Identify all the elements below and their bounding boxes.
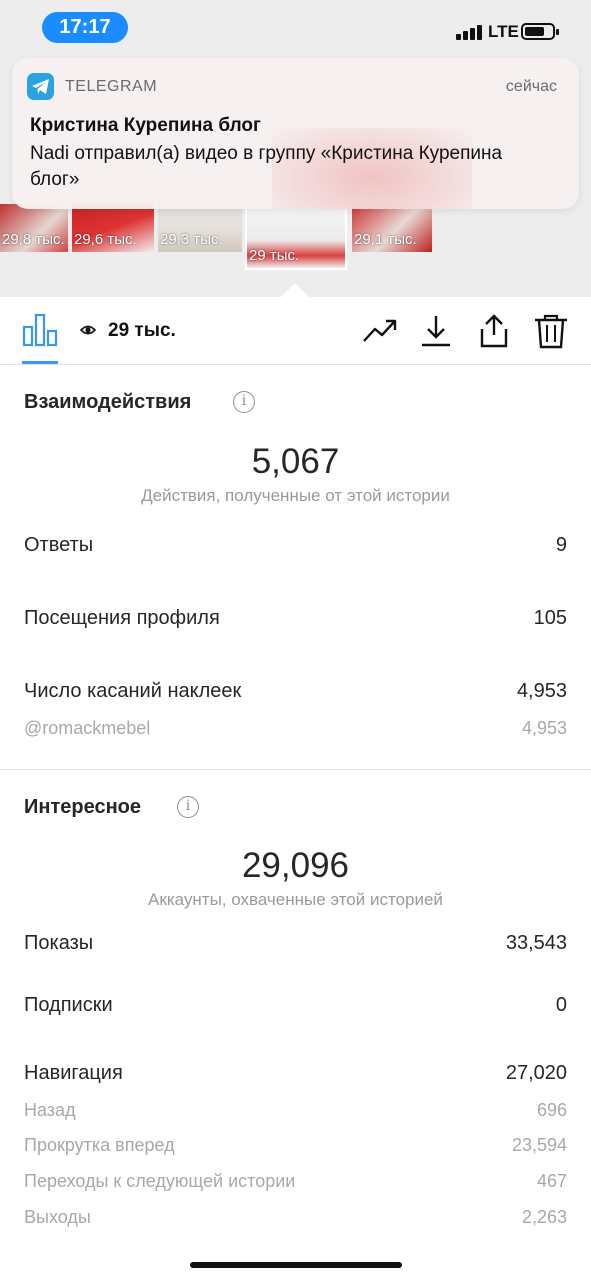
- notification-title: Кристина Курепина блог: [30, 115, 261, 136]
- story-thumbnail-strip: 29,8 тыс. 29,6 тыс. 29,3 тыс. 29 тыс. 29…: [0, 204, 591, 270]
- sticker-taps-label: Число касаний наклеек: [24, 680, 242, 702]
- telegram-notification[interactable]: TELEGRAM сейчас Кристина Курепина блог N…: [12, 58, 579, 209]
- follows-label: Подписки: [24, 994, 113, 1016]
- download-icon[interactable]: [418, 313, 454, 349]
- thumbnail-views: 29,8 тыс.: [2, 231, 65, 248]
- notification-time: сейчас: [505, 78, 557, 95]
- discovery-caption: Аккаунты, охваченные этой историей: [148, 890, 443, 909]
- follows-value: 0: [555, 994, 567, 1016]
- section-divider: [0, 769, 591, 770]
- sticker-account-value: 4,953: [521, 718, 567, 738]
- navigation-label: Навигация: [24, 1062, 123, 1084]
- discovery-total: 29,096: [241, 846, 350, 885]
- signal-icon: [456, 24, 484, 40]
- insights-chart-icon[interactable]: [22, 313, 58, 347]
- telegram-icon: [27, 73, 54, 100]
- interactions-title: Взаимодействия: [24, 391, 192, 413]
- notification-app-name: TELEGRAM: [65, 78, 158, 95]
- back-value: 696: [536, 1100, 567, 1120]
- navigation-value: 27,020: [505, 1062, 567, 1084]
- story-thumbnail[interactable]: 29,1 тыс.: [352, 204, 432, 252]
- sticker-account-label[interactable]: @romackmebel: [24, 718, 150, 739]
- views-count: 29 тыс.: [108, 320, 176, 341]
- network-type: LTE: [488, 22, 519, 41]
- discovery-info-icon[interactable]: i: [177, 796, 199, 818]
- interactions-total: 5,067: [251, 442, 340, 481]
- thumbnail-views: 29,3 тыс.: [160, 231, 223, 248]
- story-thumbnail[interactable]: 29,8 тыс.: [0, 204, 68, 252]
- interactions-caption: Действия, полученные от этой истории: [141, 486, 450, 505]
- next-story-value: 467: [536, 1171, 567, 1191]
- eye-icon: [79, 323, 97, 337]
- impressions-value: 33,543: [505, 932, 567, 954]
- impressions-label: Показы: [24, 932, 94, 954]
- story-thumbnail-selected[interactable]: 29 тыс.: [245, 204, 347, 270]
- forward-value: 23,594: [511, 1135, 567, 1155]
- interactions-info-icon[interactable]: i: [233, 391, 255, 413]
- sticker-taps-value: 4,953: [516, 680, 567, 702]
- exits-label: Выходы: [24, 1207, 91, 1227]
- notification-body: Nadi отправил(а) видео в группу «Кристин…: [30, 143, 503, 190]
- thumbnail-views: 29,1 тыс.: [354, 231, 417, 248]
- home-indicator[interactable]: [190, 1262, 402, 1268]
- replies-value: 9: [555, 534, 567, 556]
- profile-visits-value: 105: [533, 607, 567, 629]
- thumbnail-views: 29 тыс.: [249, 247, 300, 264]
- share-icon[interactable]: [476, 313, 512, 349]
- status-bar: 17:17 LTE: [0, 0, 591, 56]
- trending-icon[interactable]: [362, 313, 398, 349]
- next-story-label: Переходы к следующей истории: [24, 1171, 296, 1191]
- battery-icon: [521, 23, 559, 40]
- profile-visits-label: Посещения профиля: [24, 607, 220, 629]
- active-tab-indicator: [22, 361, 58, 364]
- forward-label: Прокрутка вперед: [24, 1135, 175, 1155]
- status-time[interactable]: 17:17: [42, 12, 128, 43]
- insights-toolbar: 29 тыс.: [0, 297, 591, 365]
- discovery-title: Интересное: [24, 796, 141, 818]
- trash-icon[interactable]: [533, 313, 569, 349]
- story-thumbnail[interactable]: 29,3 тыс.: [158, 204, 242, 252]
- exits-value: 2,263: [521, 1207, 567, 1227]
- replies-label: Ответы: [24, 534, 94, 556]
- selected-pointer: [281, 283, 309, 297]
- thumbnail-views: 29,6 тыс.: [74, 231, 137, 248]
- back-label: Назад: [24, 1100, 76, 1120]
- story-thumbnail[interactable]: 29,6 тыс.: [72, 204, 154, 252]
